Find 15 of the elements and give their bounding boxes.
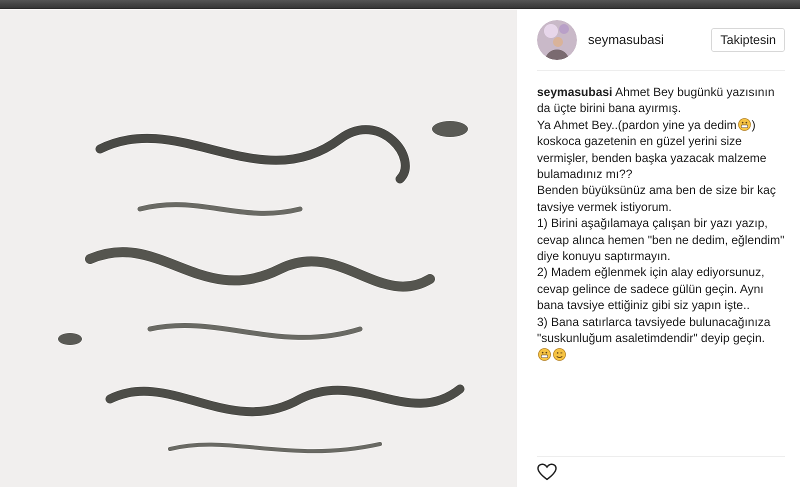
caption-text: 3) Bana satırlarca tavsiyede bulunacağınıza "suskunluğum asaletimdendir" deyip geçin.: [537, 314, 770, 346]
username[interactable]: seymasubasi: [588, 32, 712, 47]
caption-text: Ya Ahmet Bey..(pardon yine ya dedim: [537, 118, 737, 132]
following-button[interactable]: Takiptesin: [711, 28, 785, 52]
heart-icon[interactable]: [537, 463, 557, 481]
caption-text: seymasubasi Ahmet Bey bugünkü yazısının da üçte birini bana ayırmış.: [537, 85, 774, 116]
caption-text: 1) Birini aşağılamaya çalışan bir yazı yazıp, cevap alınca hemen "ben ne dedim, eğlendim" diye konuyu saptırmayın.: [537, 216, 784, 264]
caption-text: Benden büyüksünüz ama ben de size bir kaç tavsiye vermek istiyorum.: [537, 183, 776, 214]
avatar[interactable]: [537, 20, 577, 60]
winking-emoji-icon: [553, 348, 566, 360]
grinning-emoji-icon: [738, 118, 751, 131]
caption-text: koskoca gazetenin en güzel yerini size vermişler, benden başka yazacak malzeme bulamadınız mı??: [537, 134, 766, 182]
grinning-emoji-icon: [538, 348, 551, 360]
caption-text: 2) Madem eğlenmek için alay ediyorsunuz, cevap gelince de sadece gülün geçin. Aynı bana tavsiye ettiğiniz gibi siz yapın işte..: [537, 265, 764, 312]
caption-text: ): [752, 118, 756, 132]
